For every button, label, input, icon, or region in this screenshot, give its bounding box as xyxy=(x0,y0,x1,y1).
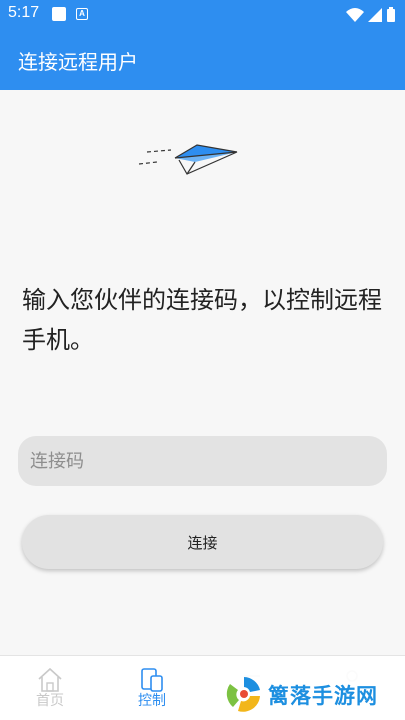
connect-button[interactable]: 连接 xyxy=(22,515,383,569)
watermark-logo-icon xyxy=(226,677,260,712)
app-bar: 连接远程用户 xyxy=(0,30,405,90)
watermark: 篱落手游网 xyxy=(220,668,405,720)
connect-prompt: 输入您伙伴的连接码，以控制远程手机。 xyxy=(22,286,382,354)
signal-icon xyxy=(368,8,382,22)
nav-label-home: 首页 xyxy=(36,693,64,709)
battery-icon xyxy=(387,7,395,22)
status-time: 5:17 xyxy=(8,4,40,21)
nav-item-home[interactable]: 首页 xyxy=(10,656,90,720)
status-bar: 5:17 A xyxy=(0,0,405,30)
watermark-text: 篱落手游网 xyxy=(268,684,378,708)
nav-item-control[interactable]: 控制 xyxy=(112,656,192,720)
page-title: 连接远程用户 xyxy=(18,50,138,74)
notification-a-icon: A xyxy=(76,8,88,20)
connection-code-input[interactable] xyxy=(18,436,387,486)
paper-plane-icon xyxy=(138,144,238,175)
wifi-icon xyxy=(346,8,364,22)
nav-label-control: 控制 xyxy=(138,693,166,709)
notification-square-icon xyxy=(52,7,66,21)
status-icons xyxy=(346,7,395,22)
